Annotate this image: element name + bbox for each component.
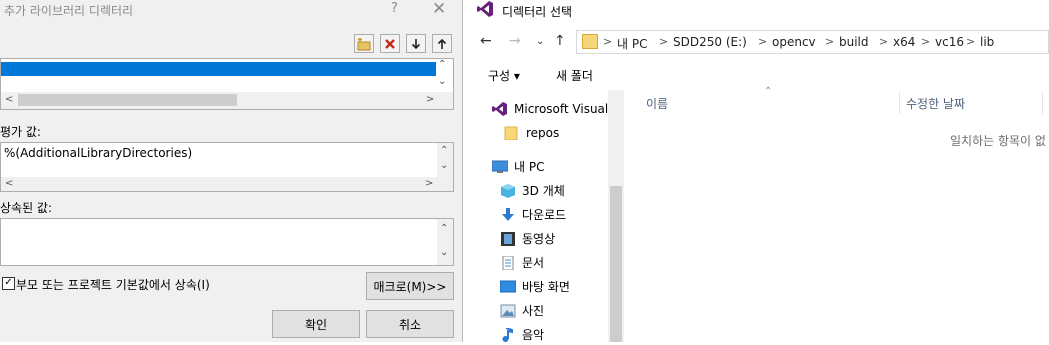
visual-studio-icon — [492, 102, 508, 116]
forward-button[interactable]: → — [509, 33, 521, 49]
scroll-right-icon[interactable]: > — [426, 94, 434, 105]
scrollbar-thumb[interactable] — [18, 94, 237, 106]
nav-item-documents[interactable]: 문서 — [500, 254, 544, 271]
breadcrumb-item[interactable]: x64 — [893, 35, 915, 49]
back-button[interactable]: ← — [480, 33, 492, 49]
delete-icon — [385, 38, 395, 49]
ok-button[interactable]: 확인 — [272, 310, 360, 338]
sort-ascending-icon: ⌃ — [764, 86, 773, 97]
nav-item-pictures[interactable]: 사진 — [500, 302, 544, 319]
nav-item-label: repos — [526, 126, 560, 140]
new-folder-button[interactable]: 새 폴더 — [556, 67, 593, 84]
vertical-scrollbar[interactable]: ⌃ ⌄ — [437, 143, 453, 191]
breadcrumb-item[interactable]: build — [839, 35, 869, 49]
nav-item-this-pc[interactable]: 내 PC — [491, 158, 545, 175]
library-directories-dialog: 추가 라이브러리 디렉터리 ? ✕ ⌃ ⌄ < > 평가 값: %(Additi… — [0, 0, 463, 342]
arrow-up-icon — [437, 38, 447, 49]
horizontal-scrollbar[interactable]: < > — [1, 177, 437, 191]
close-button[interactable]: ✕ — [432, 0, 446, 19]
scroll-down-icon[interactable]: ⌄ — [438, 76, 446, 87]
evaluated-value-text: %(AdditionalLibraryDirectories) — [4, 146, 193, 160]
inherit-checkbox-label[interactable]: 부모 또는 프로젝트 기본값에서 상속(I) — [16, 276, 210, 293]
breadcrumb-separator-icon[interactable]: > — [921, 35, 930, 48]
evaluated-value-box: %(AdditionalLibraryDirectories) ⌃ ⌄ < > — [0, 142, 454, 192]
horizontal-scrollbar[interactable]: < > — [1, 92, 453, 109]
selected-list-row[interactable] — [1, 62, 436, 76]
nav-item-label: 바탕 화면 — [522, 280, 570, 294]
nav-scrollbar[interactable] — [608, 90, 624, 342]
breadcrumb-item[interactable]: lib — [980, 35, 994, 49]
nav-item-3d-objects[interactable]: 3D 개체 — [500, 182, 565, 199]
inherit-checkbox[interactable]: ✓ — [2, 277, 15, 290]
nav-item-label: 사진 — [522, 304, 545, 318]
move-down-button[interactable] — [406, 34, 426, 53]
breadcrumb-item[interactable]: SDD250 (E:) — [673, 35, 747, 49]
column-header-modified[interactable]: 수정한 날짜 — [906, 95, 965, 112]
new-line-button[interactable] — [354, 34, 374, 53]
nav-item-label: Microsoft Visual S — [514, 102, 620, 116]
breadcrumb-separator-icon[interactable]: > — [966, 35, 975, 48]
3d-objects-icon — [500, 183, 516, 198]
scrollbar-thumb[interactable] — [610, 186, 622, 342]
arrow-down-icon — [411, 38, 421, 49]
column-divider[interactable] — [1042, 92, 1043, 114]
nav-item-label: 문서 — [522, 256, 545, 270]
column-header-name[interactable]: 이름 — [646, 95, 668, 112]
video-icon — [500, 231, 516, 246]
folder-picker-window: 디렉터리 선택 ← → ⌄ ↑ > 내 PC > SDD250 (E:) > o… — [464, 0, 1049, 342]
nav-item-label: 동영상 — [522, 232, 556, 246]
pc-icon — [491, 160, 509, 174]
vertical-scrollbar[interactable]: ⌃ ⌄ — [437, 219, 453, 265]
breadcrumb-separator-icon[interactable]: > — [603, 35, 612, 48]
scroll-up-icon[interactable]: ⌃ — [438, 59, 446, 70]
nav-item-label: 3D 개체 — [522, 184, 565, 198]
window-title: 디렉터리 선택 — [502, 5, 573, 19]
column-divider[interactable] — [899, 92, 900, 114]
nav-item-repos[interactable]: repos — [504, 126, 560, 141]
recent-dropdown-icon[interactable]: ⌄ — [536, 36, 544, 47]
cancel-button[interactable]: 취소 — [366, 310, 454, 338]
address-bar[interactable]: > 내 PC > SDD250 (E:) > opencv > build > … — [576, 30, 1049, 54]
new-folder-icon — [357, 37, 371, 50]
up-button[interactable]: ↑ — [554, 33, 566, 49]
download-icon — [500, 207, 516, 222]
nav-item-videos[interactable]: 동영상 — [500, 230, 555, 247]
picture-icon — [500, 304, 516, 318]
inherited-value-box: ⌃ ⌄ — [0, 218, 454, 266]
empty-folder-message: 일치하는 항목이 없 — [950, 134, 1046, 148]
delete-line-button[interactable] — [380, 34, 400, 53]
nav-item-desktop[interactable]: 바탕 화면 — [499, 278, 570, 295]
document-icon — [500, 255, 516, 270]
nav-item-label: 내 PC — [514, 160, 545, 174]
breadcrumb-separator-icon[interactable]: > — [879, 35, 888, 48]
breadcrumb-separator-icon[interactable]: > — [825, 35, 834, 48]
folder-icon — [504, 126, 520, 141]
music-icon — [500, 326, 516, 342]
nav-item-music[interactable]: 음악 — [500, 326, 544, 343]
desktop-icon — [499, 280, 517, 294]
folder-icon — [582, 34, 598, 49]
directory-list[interactable]: ⌃ ⌄ < > — [0, 58, 454, 110]
macro-button[interactable]: 매크로(M)>> — [366, 272, 454, 300]
move-up-button[interactable] — [432, 34, 452, 53]
dialog-title: 추가 라이브러리 디렉터리 — [4, 4, 134, 18]
navigation-pane: Microsoft Visual S repos 내 PC 3D 개체 다운로드… — [464, 90, 624, 342]
inherited-value-label: 상속된 값: — [0, 201, 53, 215]
nav-item-label: 음악 — [522, 328, 545, 342]
breadcrumb-item[interactable]: opencv — [772, 35, 816, 49]
nav-item-downloads[interactable]: 다운로드 — [500, 206, 566, 223]
organize-menu-button[interactable]: 구성 ▾ — [488, 67, 520, 84]
scroll-left-icon[interactable]: < — [5, 94, 13, 105]
breadcrumb-separator-icon[interactable]: > — [659, 35, 668, 48]
nav-item-visual-studio[interactable]: Microsoft Visual S — [492, 102, 620, 116]
breadcrumb-separator-icon[interactable]: > — [758, 35, 767, 48]
visual-studio-icon — [476, 0, 494, 21]
evaluated-value-label: 평가 값: — [0, 125, 41, 139]
breadcrumb-item[interactable]: vc16 — [935, 35, 964, 49]
help-button[interactable]: ? — [391, 1, 398, 16]
nav-item-label: 다운로드 — [522, 208, 567, 222]
breadcrumb-item[interactable]: 내 PC — [617, 35, 647, 52]
